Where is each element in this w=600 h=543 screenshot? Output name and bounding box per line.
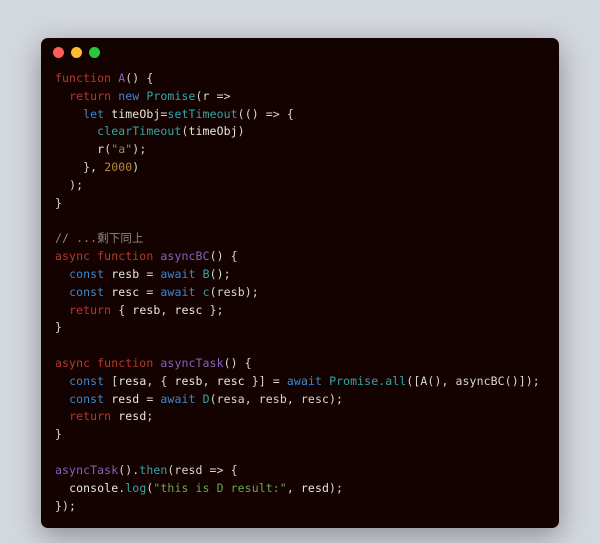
punc: ); [329,481,343,495]
punc: } [55,427,62,441]
kw-let: let [83,107,104,121]
code-block: function A() { return new Promise(r => l… [41,66,559,525]
punc: (resd => { [167,463,237,477]
id-resc: resc [111,285,139,299]
punc: { [111,303,132,317]
code-window: function A() { return new Promise(r => l… [41,38,559,528]
id-timeObj: timeObj [188,124,237,138]
id-resa: resa [118,374,146,388]
punc: () { [125,71,153,85]
kw-async: async [55,356,90,370]
kw-return: return [69,89,111,103]
method-all: .all [378,374,406,388]
punc: , [203,374,217,388]
str-a: "a" [111,142,132,156]
window-titlebar [41,38,559,66]
minimize-icon[interactable] [71,47,82,58]
kw-return: return [69,303,111,317]
punc: }, [83,160,104,174]
type-promise: Promise [329,374,378,388]
kw-await: await [160,267,195,281]
kw-async: async [55,249,90,263]
type-promise: Promise [146,89,195,103]
kw-await: await [287,374,322,388]
kw-const: const [69,392,104,406]
kw-await: await [160,392,195,406]
punc: }; [203,303,224,317]
punc: (() => { [238,107,294,121]
punc: = [139,267,160,281]
fn-asyncBC: asyncBC [160,249,209,263]
punc: = [139,392,160,406]
punc: () { [210,249,238,263]
punc: } [55,196,62,210]
fn-clearTimeout: clearTimeout [97,124,181,138]
id-resd: resd [111,392,139,406]
punc: (r => [196,89,231,103]
kw-const: const [69,285,104,299]
punc: = [139,285,160,299]
str-result: "this is D result:" [153,481,286,495]
punc: , [160,303,174,317]
punc: ) [238,124,245,138]
fn-B: B [203,267,210,281]
kw-function: function [97,249,153,263]
id-timeObj: timeObj [111,107,160,121]
punc: }] = [245,374,287,388]
fn-setTimeout: setTimeout [167,107,237,121]
id-resb: resb [174,374,202,388]
zoom-icon[interactable] [89,47,100,58]
punc: (resa, resb, resc); [210,392,343,406]
punc: }); [55,499,76,513]
kw-return: return [69,409,111,423]
punc: (); [210,267,231,281]
punc: ); [132,142,146,156]
method-then: then [139,463,167,477]
kw-const: const [69,374,104,388]
fn-asyncTask-call: asyncTask [55,463,118,477]
punc: [ [104,374,118,388]
punc: () { [224,356,252,370]
punc: ([A(), asyncBC()]); [406,374,539,388]
kw-await: await [160,285,195,299]
id-resc: resc [174,303,202,317]
fn-D: D [203,392,210,406]
kw-function: function [97,356,153,370]
punc: ); [69,178,83,192]
kw-new: new [118,89,139,103]
punc: (resb); [210,285,259,299]
punc: , { [146,374,174,388]
fn-c: c [203,285,210,299]
punc: (). [118,463,139,477]
punc: ) [132,160,139,174]
fn-asyncTask: asyncTask [160,356,223,370]
id-console: console [69,481,118,495]
id-resd: resd [111,409,146,423]
id-resb: resb [111,267,139,281]
punc: ; [146,409,153,423]
close-icon[interactable] [53,47,64,58]
id-resc: resc [217,374,245,388]
kw-function: function [55,71,111,85]
id-resb: resb [132,303,160,317]
comment: // ...剩下同上 [55,231,144,245]
method-log: log [125,481,146,495]
kw-const: const [69,267,104,281]
num-2000: 2000 [104,160,132,174]
punc: , [287,481,301,495]
id-resd: resd [301,481,329,495]
punc: } [55,320,62,334]
